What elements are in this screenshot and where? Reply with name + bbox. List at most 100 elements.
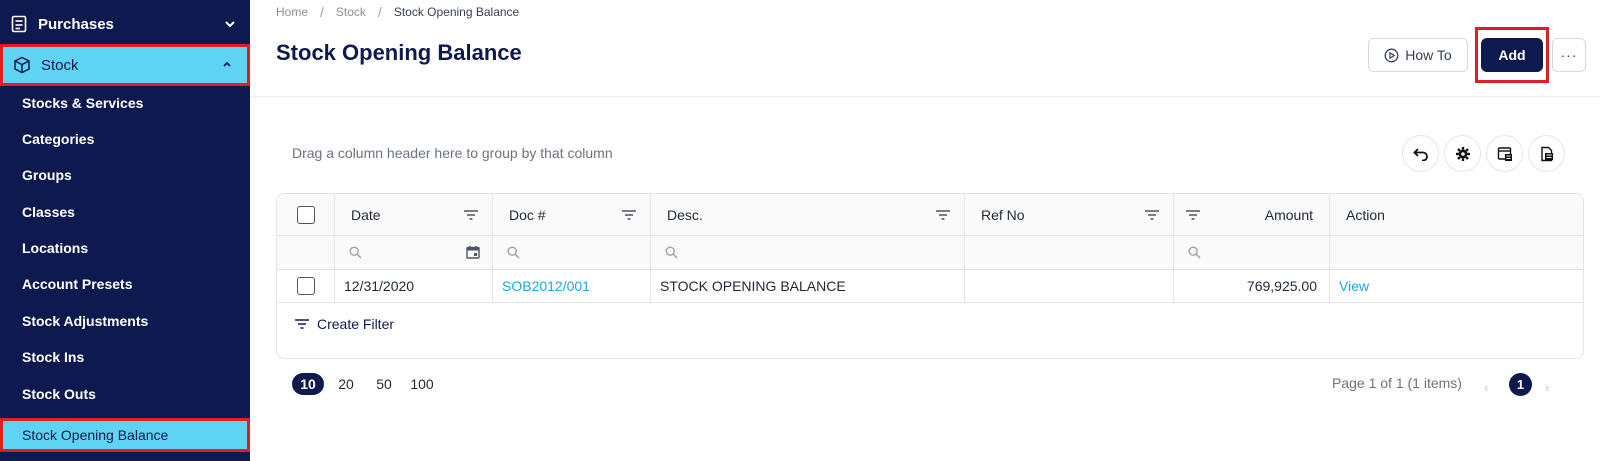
page-title: Stock Opening Balance: [276, 40, 522, 65]
undo-icon: [1412, 147, 1428, 161]
column-header-label: Action: [1346, 206, 1385, 223]
sidebar-item-label: Groups: [22, 167, 72, 183]
table-row: 12/31/2020 SOB2012/001 STOCK OPENING BAL…: [277, 270, 1583, 303]
search-icon: [349, 246, 362, 259]
sidebar-group-label: Purchases: [38, 15, 114, 33]
sidebar-item-locations[interactable]: Locations: [0, 231, 250, 265]
page-size-option[interactable]: 50: [368, 373, 400, 395]
column-header-label: Desc.: [667, 206, 703, 223]
page-size-option[interactable]: 100: [406, 373, 438, 395]
row-checkbox[interactable]: [296, 277, 315, 295]
sidebar-group-purchases[interactable]: Purchases: [0, 4, 250, 44]
add-button[interactable]: Add: [1481, 38, 1543, 72]
filter-icon[interactable]: [1145, 208, 1159, 224]
column-header-ref-no[interactable]: Ref No: [965, 194, 1174, 235]
cell-ref-no: [965, 270, 1174, 302]
sidebar-group-label: Stock: [41, 56, 79, 74]
column-header-label: Date: [351, 206, 381, 223]
date-filter-input[interactable]: [335, 236, 493, 269]
filter-cell-empty: [277, 236, 335, 269]
doc-filter-input[interactable]: [493, 236, 651, 269]
clipboard-icon: [10, 15, 28, 33]
sidebar-item-categories[interactable]: Categories: [0, 122, 250, 156]
cell-doc-link[interactable]: SOB2012/001: [493, 270, 651, 302]
column-header-date[interactable]: Date: [335, 194, 493, 235]
filter-row: [277, 236, 1583, 270]
chevron-up-icon: [219, 57, 235, 73]
select-all-checkbox[interactable]: [296, 205, 315, 224]
export-button[interactable]: [1528, 135, 1565, 172]
how-to-button[interactable]: How To: [1368, 38, 1468, 72]
breadcrumb-stock[interactable]: Stock: [336, 5, 366, 19]
sidebar-item-stock-outs[interactable]: Stock Outs: [0, 377, 250, 411]
column-chooser-icon: [1497, 146, 1512, 161]
filter-icon[interactable]: [1186, 208, 1200, 224]
search-icon: [1188, 246, 1201, 259]
header-row: Date Doc # Desc. Ref No Amount Action: [277, 194, 1583, 236]
settings-button[interactable]: [1444, 135, 1481, 172]
calendar-icon[interactable]: [466, 245, 480, 262]
row-select-cell: [277, 270, 335, 302]
cell-date: 12/31/2020: [335, 270, 493, 302]
cell-desc: STOCK OPENING BALANCE: [651, 270, 965, 302]
reset-layout-button[interactable]: [1402, 135, 1439, 172]
sidebar-item-classes[interactable]: Classes: [0, 195, 250, 229]
search-icon: [507, 246, 520, 259]
sidebar-group-stock[interactable]: Stock: [0, 44, 250, 86]
filter-icon[interactable]: [622, 208, 636, 224]
sidebar-item-label: Stock Opening Balance: [22, 427, 169, 443]
action-filter-cell: [1330, 236, 1583, 269]
column-header-label: Doc #: [509, 206, 546, 223]
sidebar-item-label: Stock Ins: [22, 349, 85, 365]
export-file-icon: [1540, 146, 1553, 161]
sidebar-item-stock-opening-balance[interactable]: Stock Opening Balance: [0, 418, 250, 452]
column-header-desc[interactable]: Desc.: [651, 194, 965, 235]
sidebar-item-stocks-services[interactable]: Stocks & Services: [0, 86, 250, 120]
column-header-doc[interactable]: Doc #: [493, 194, 651, 235]
more-options-button[interactable]: ···: [1552, 38, 1586, 72]
column-header-label: Amount: [1264, 206, 1313, 223]
sidebar-item-stock-ins[interactable]: Stock Ins: [0, 340, 250, 374]
cube-icon: [13, 56, 31, 74]
how-to-label: How To: [1405, 47, 1452, 63]
filter-icon[interactable]: [936, 208, 950, 224]
page-size-option[interactable]: 10: [292, 373, 324, 395]
data-grid: Date Doc # Desc. Ref No Amount Action 12…: [276, 193, 1584, 359]
create-filter-button[interactable]: Create Filter: [295, 316, 394, 332]
gear-icon: [1455, 146, 1470, 161]
desc-filter-input[interactable]: [651, 236, 965, 269]
search-icon: [665, 246, 678, 259]
breadcrumb: Home / Stock / Stock Opening Balance: [276, 4, 519, 20]
breadcrumb-home[interactable]: Home: [276, 5, 308, 19]
create-filter-label: Create Filter: [317, 316, 395, 332]
header-divider: [250, 96, 1600, 97]
cell-amount: 769,925.00: [1174, 270, 1330, 302]
sidebar-item-label: Categories: [22, 131, 95, 147]
select-all-cell: [277, 194, 335, 235]
breadcrumb-current: Stock Opening Balance: [393, 5, 520, 19]
column-header-amount[interactable]: Amount: [1174, 194, 1330, 235]
page-size-option[interactable]: 20: [330, 373, 362, 395]
chevron-down-icon: [222, 16, 238, 32]
sidebar-item-groups[interactable]: Groups: [0, 158, 250, 192]
sidebar-item-account-presets[interactable]: Account Presets: [0, 267, 250, 301]
sidebar-item-stock-adjustments[interactable]: Stock Adjustments: [0, 304, 250, 338]
filter-icon: [295, 319, 309, 329]
breadcrumb-separator: /: [320, 4, 324, 20]
page-number-button[interactable]: 1: [1509, 373, 1532, 396]
group-panel-hint[interactable]: Drag a column header here to group by th…: [292, 145, 613, 161]
sidebar-item-label: Stock Outs: [22, 386, 96, 402]
prev-page-button[interactable]: ‹: [1484, 380, 1488, 395]
page-info: Page 1 of 1 (1 items): [1332, 375, 1462, 391]
column-header-label: Ref No: [981, 206, 1025, 223]
next-page-button[interactable]: ›: [1545, 380, 1549, 395]
filter-icon[interactable]: [464, 208, 478, 224]
sidebar-item-label: Stocks & Services: [22, 95, 144, 111]
ref-no-filter-input[interactable]: [965, 236, 1174, 269]
view-link[interactable]: View: [1330, 270, 1583, 302]
amount-filter-input[interactable]: [1174, 236, 1330, 269]
column-chooser-button[interactable]: [1486, 135, 1523, 172]
sidebar: Purchases Stock Stocks & Services Catego…: [0, 0, 250, 461]
page-size-selector: 10 20 50 100: [292, 373, 444, 395]
column-header-action[interactable]: Action: [1330, 194, 1583, 235]
